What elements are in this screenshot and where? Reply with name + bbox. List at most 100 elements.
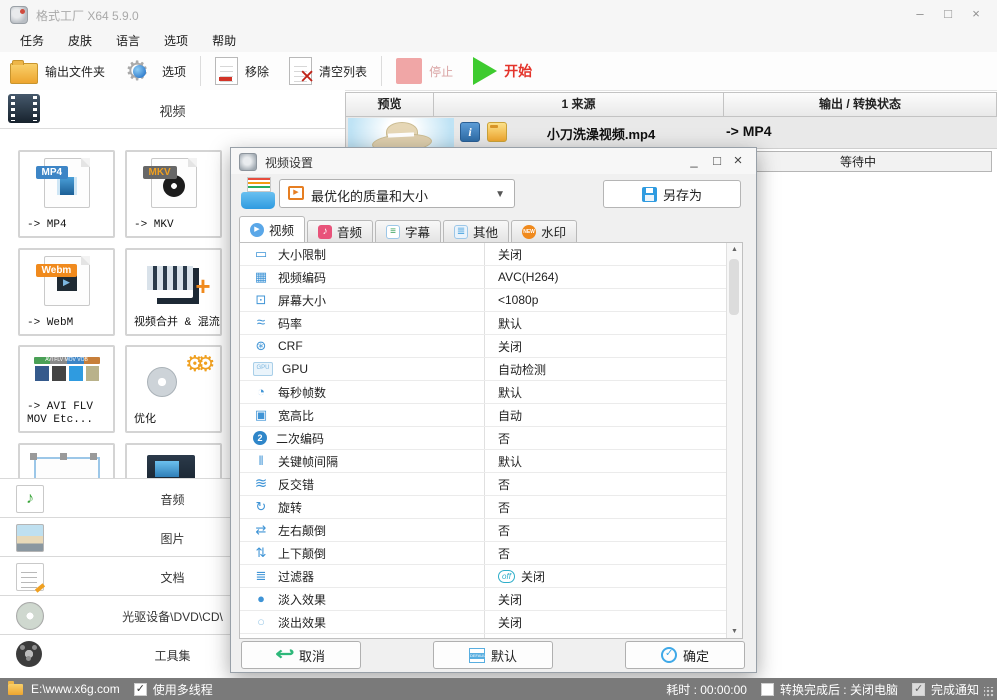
output-folder-icon	[10, 59, 38, 84]
output-folder-button[interactable]: 输出文件夹	[0, 54, 115, 88]
setting-row[interactable]: ↻ 旋转 否	[240, 496, 742, 519]
deinterlace-icon: ≋	[254, 475, 268, 492]
setting-row[interactable]: 2 二次编码 否	[240, 427, 742, 450]
multithread-checkbox[interactable]	[133, 682, 147, 696]
save-as-button[interactable]: 另存为	[603, 180, 741, 208]
setting-row[interactable]: ⊡ 屏幕大小 <1080p	[240, 289, 742, 312]
tile-optimize[interactable]: 优化	[125, 345, 222, 433]
default-button[interactable]: 默认	[433, 641, 553, 669]
sidebar-section-video[interactable]: 视频	[0, 90, 345, 129]
setting-value-cell[interactable]: 关闭	[485, 611, 742, 633]
tab-video[interactable]: ▶ 视频	[239, 216, 306, 242]
setting-value-cell[interactable]: AVC(H264)	[485, 266, 742, 288]
sidebar-item-picture[interactable]: 图片	[0, 517, 232, 556]
cancel-button[interactable]: ↩ 取消	[241, 641, 361, 669]
tile-partial[interactable]	[18, 443, 115, 478]
setting-value-cell[interactable]: <1080p	[485, 289, 742, 311]
notify-checkbox[interactable]	[911, 682, 925, 696]
setting-value-cell[interactable]: 否	[485, 542, 742, 564]
tab-audio[interactable]: ♪ 音频	[307, 220, 374, 242]
status-badge: 等待中	[724, 151, 992, 172]
setting-row[interactable]: ⇄ 左右颠倒 否	[240, 519, 742, 542]
setting-value-cell[interactable]: off 关闭	[485, 565, 742, 587]
menu-item-help[interactable]: 帮助	[200, 29, 248, 52]
tab-watermark[interactable]: NEW 水印	[511, 220, 578, 242]
dialog-close-button[interactable]: ×	[728, 152, 748, 170]
setting-row[interactable]: ≋ 反交错 否	[240, 473, 742, 496]
menu-item-task[interactable]: 任务	[8, 29, 56, 52]
close-button[interactable]: ×	[965, 5, 987, 23]
menu-item-options[interactable]: 选项	[152, 29, 200, 52]
setting-row[interactable]: ⇅ 上下颠倒 否	[240, 542, 742, 565]
options-button[interactable]: 选项	[115, 54, 196, 88]
scroll-thumb[interactable]	[729, 259, 739, 315]
sidebar-item-audio[interactable]: 音频	[0, 478, 232, 517]
setting-label-cell: ≈ 码率	[240, 312, 485, 334]
setting-value-cell[interactable]: 关闭	[485, 335, 742, 357]
setting-value-cell[interactable]: 默认	[485, 450, 742, 472]
setting-value-cell[interactable]: 关闭	[485, 243, 742, 265]
setting-value-cell[interactable]: 否	[485, 519, 742, 541]
setting-row[interactable]: ▭ 大小限制 关闭	[240, 243, 742, 266]
sidebar-item-disc[interactable]: 光驱设备\DVD\CD\	[0, 595, 232, 634]
ok-button[interactable]: 确定	[625, 641, 745, 669]
remove-button[interactable]: 移除	[205, 54, 279, 88]
tile-partial[interactable]	[125, 443, 222, 478]
setting-value-cell[interactable]: 关闭	[485, 634, 742, 638]
output-path-folder-icon[interactable]	[8, 680, 23, 695]
setting-value-cell[interactable]: 默认	[485, 312, 742, 334]
preset-dropdown[interactable]: 最优化的质量和大小 ▼	[279, 179, 515, 208]
setting-row[interactable]: ≣ 过滤器 off 关闭	[240, 565, 742, 588]
scroll-up-icon[interactable]: ▲	[727, 246, 742, 253]
tab-other[interactable]: ≣ 其他	[443, 220, 510, 242]
setting-value-cell[interactable]: 自动检测	[485, 358, 742, 380]
tile-label: 视频合并 & 混流	[134, 317, 220, 329]
tile-mkv[interactable]: MKV -> MKV	[125, 150, 222, 238]
maximize-button[interactable]: □	[937, 5, 959, 23]
tile-multi-format[interactable]: -> AVI FLV MOV Etc...	[18, 345, 115, 433]
setting-row[interactable]: ⊛ CRF 关闭	[240, 335, 742, 358]
setting-row[interactable]: ● 淡入效果 关闭	[240, 588, 742, 611]
menu-item-skin[interactable]: 皮肤	[56, 29, 104, 52]
menu-item-language[interactable]: 语言	[104, 29, 152, 52]
setting-value-cell[interactable]: 否	[485, 496, 742, 518]
setting-value-cell[interactable]: 关闭	[485, 588, 742, 610]
clear-list-button[interactable]: 清空列表	[279, 54, 377, 89]
shutdown-checkbox[interactable]	[760, 682, 774, 696]
start-label: 开始	[504, 63, 533, 79]
setting-row[interactable]: ▦ 视频编码 AVC(H264)	[240, 266, 742, 289]
dialog-maximize-button[interactable]: □	[707, 152, 727, 170]
tab-subtitle[interactable]: ≡ 字幕	[375, 220, 442, 242]
setting-value-cell[interactable]: 自动	[485, 404, 742, 426]
output-path[interactable]: E:\www.x6g.com	[31, 682, 120, 696]
setting-row[interactable]: GPU GPU 自动检测	[240, 358, 742, 381]
filter-icon: ≣	[255, 568, 267, 583]
tile-webm[interactable]: Webm -> WebM	[18, 248, 115, 336]
setting-label: 每秒帧数	[278, 385, 327, 400]
tile-video-merge[interactable]: 视频合并 & 混流	[125, 248, 222, 336]
setting-row[interactable]: ▢ 防抖 (白金功能) 关闭	[240, 634, 742, 638]
queue-row[interactable]: 小刀洗澡视频.mp4 -> MP4	[346, 117, 997, 149]
setting-value: AVC(H264)	[498, 270, 559, 284]
dialog-minimize-button[interactable]: _	[684, 152, 704, 170]
setting-value-cell[interactable]: 默认	[485, 381, 742, 403]
info-icon[interactable]	[460, 122, 480, 142]
minimize-button[interactable]: –	[909, 5, 931, 23]
sidebar-item-document[interactable]: 文档	[0, 556, 232, 595]
setting-value-cell[interactable]: 否	[485, 473, 742, 495]
setting-value-cell[interactable]: 否	[485, 427, 742, 449]
save-icon	[641, 186, 657, 202]
resize-grip[interactable]	[984, 687, 994, 697]
start-button[interactable]: 开始	[463, 54, 542, 88]
setting-row[interactable]: ≈ 码率 默认	[240, 312, 742, 335]
setting-row[interactable]: ○ 淡出效果 关闭	[240, 611, 742, 634]
sidebar-item-toolkit[interactable]: 工具集	[0, 634, 232, 673]
setting-row[interactable]: ▣ 宽高比 自动	[240, 404, 742, 427]
setting-label-cell: ▦ 视频编码	[240, 266, 485, 288]
scrollbar[interactable]: ▲ ▼	[726, 243, 742, 638]
scroll-down-icon[interactable]: ▼	[727, 628, 742, 635]
setting-row[interactable]: ‖ 关键帧间隔 默认	[240, 450, 742, 473]
setting-row[interactable]: ◔ 每秒帧数 默认	[240, 381, 742, 404]
tile-mp4[interactable]: MP4 -> MP4	[18, 150, 115, 238]
stop-button[interactable]: 停止	[386, 54, 463, 88]
